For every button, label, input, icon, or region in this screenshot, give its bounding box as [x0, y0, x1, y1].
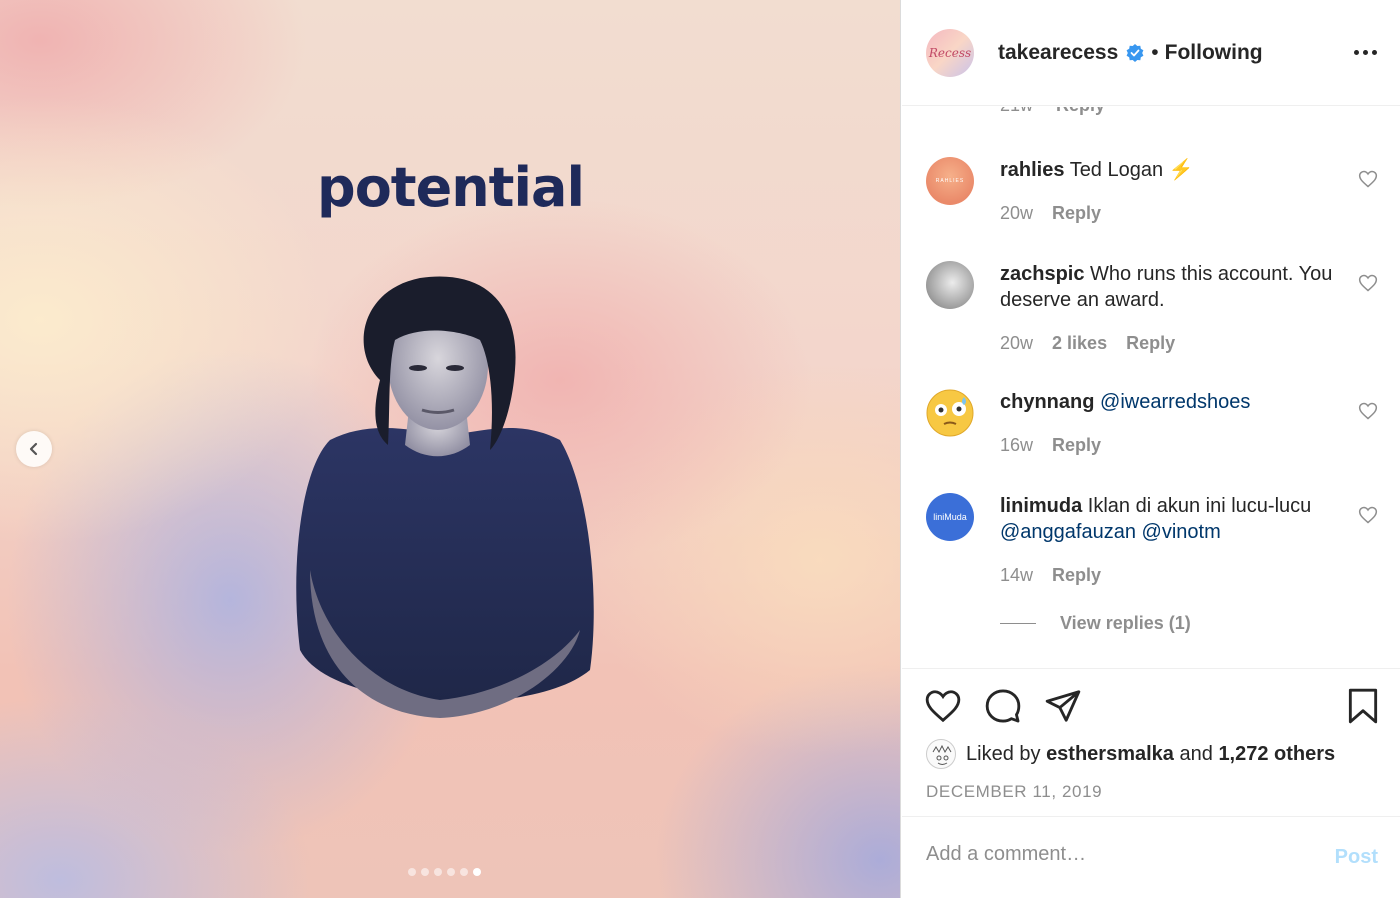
emoji-face-avatar-icon [926, 389, 974, 437]
liker-username-link[interactable]: esthersmalka [1046, 743, 1174, 766]
author-avatar[interactable]: Recess [926, 28, 974, 77]
post-date[interactable]: DECEMBER 11, 2019 [926, 782, 1102, 802]
share-paper-plane-icon[interactable] [1044, 687, 1082, 725]
comment-meta: 16w Reply [1000, 435, 1101, 456]
more-dot-icon [1362, 49, 1368, 55]
comment-time: 16w [1000, 435, 1034, 455]
add-comment-input[interactable] [926, 843, 1306, 866]
more-dot-icon [1353, 49, 1359, 55]
view-replies-button[interactable]: View replies (1) [1000, 613, 1191, 634]
commenter-avatar[interactable] [926, 389, 974, 437]
commenter-avatar[interactable]: liniMuda [926, 493, 974, 541]
carousel-dot [421, 868, 429, 876]
reply-button[interactable]: Reply [1056, 107, 1105, 115]
carousel-previous-button[interactable] [16, 431, 52, 467]
commenter-avatar[interactable]: RAHLIES [926, 157, 974, 205]
author-avatar-logo-text: Recess [928, 45, 972, 60]
view-replies-label: View replies (1) [1060, 613, 1191, 633]
comment-text: linimuda Iklan di akun ini lucu-lucu @an… [1000, 493, 1340, 545]
mention-link[interactable]: @vinotm [1142, 521, 1221, 543]
comment-likes-count[interactable]: 2 likes [1052, 333, 1107, 354]
author-username-link[interactable]: takearecess [998, 41, 1118, 65]
reply-button[interactable]: Reply [1052, 203, 1101, 224]
commenter-username[interactable]: rahlies [1000, 159, 1064, 181]
carousel-indicator [408, 868, 481, 876]
likes-prefix: Liked by [966, 742, 1041, 765]
like-comment-heart-icon[interactable] [1358, 169, 1378, 189]
post-comment-button[interactable]: Post [1335, 846, 1378, 869]
mention-link[interactable]: @iwearredshoes [1100, 391, 1250, 413]
liker-avatar[interactable] [926, 739, 956, 769]
following-button[interactable]: Following [1165, 41, 1263, 65]
post-image: potential [0, 0, 901, 898]
likes-summary: Liked by esthersmalka and 1,272 others [926, 739, 1335, 769]
like-comment-heart-icon[interactable] [1358, 273, 1378, 293]
more-dot-icon [1371, 49, 1377, 55]
comments-list[interactable]: 21w Reply RAHLIES rahlies Ted Logan ⚡ 20… [902, 107, 1400, 668]
commenter-username[interactable]: zachspic [1000, 263, 1084, 285]
like-heart-icon[interactable] [924, 687, 962, 725]
carousel-dot [434, 868, 442, 876]
reply-button[interactable]: Reply [1052, 435, 1101, 456]
comment-meta: 20w Reply [1000, 203, 1101, 224]
likes-conjunction: and [1179, 742, 1213, 765]
save-bookmark-icon[interactable] [1344, 687, 1382, 725]
commenter-avatar[interactable] [926, 261, 974, 309]
comment-text: rahlies Ted Logan ⚡ [1000, 157, 1340, 183]
post-header: Recess takearecess • Following [902, 0, 1400, 106]
view-replies-divider [1000, 623, 1036, 624]
carousel-dot [447, 868, 455, 876]
comment-content: Iklan di akun ini lucu-lucu [1087, 495, 1312, 517]
comment-bubble-icon[interactable] [984, 687, 1022, 725]
header-separator: • [1151, 40, 1159, 64]
comment-text: chynnang @iwearredshoes [1000, 389, 1340, 415]
comment-time: 20w [1000, 333, 1034, 353]
carousel-dot-active [473, 868, 481, 876]
likes-others-link[interactable]: 1,272 others [1218, 743, 1335, 766]
commenter-username[interactable]: linimuda [1000, 495, 1082, 517]
chevron-left-icon [29, 442, 38, 456]
like-comment-heart-icon[interactable] [1358, 401, 1378, 421]
comment-time: 21w [1000, 107, 1033, 115]
comment-content: Ted Logan [1069, 159, 1164, 181]
post-headline: potential [317, 156, 585, 219]
verified-badge-icon [1126, 43, 1144, 62]
comment-meta: 14w Reply [1000, 565, 1101, 586]
mention-link[interactable]: @anggafauzan [1000, 521, 1136, 543]
post-side-panel: Recess takearecess • Following 21w Reply… [902, 0, 1400, 898]
doodle-avatar-icon [932, 744, 952, 765]
comment-text: zachspic Who runs this account. You dese… [1000, 261, 1340, 313]
post-actions-section: Liked by esthersmalka and 1,272 others D… [902, 668, 1400, 816]
carousel-dot [460, 868, 468, 876]
commenter-username[interactable]: chynnang [1000, 391, 1094, 413]
avatar-logo-text: RAHLIES [935, 178, 965, 184]
comment-time: 20w [1000, 203, 1034, 223]
add-comment-section: Post [902, 816, 1400, 898]
like-comment-heart-icon[interactable] [1358, 505, 1378, 525]
reply-button[interactable]: Reply [1052, 565, 1101, 586]
partial-comment-meta: 21w Reply [1000, 107, 1105, 116]
comment-meta: 20w 2 likes Reply [1000, 333, 1175, 354]
carousel-dot [408, 868, 416, 876]
lightning-emoji: ⚡ [1168, 159, 1194, 181]
avatar-logo-text: liniMuda [933, 512, 967, 522]
comment-time: 14w [1000, 565, 1034, 585]
portrait-illustration [296, 276, 594, 718]
reply-button[interactable]: Reply [1126, 333, 1175, 354]
more-options-button[interactable] [1352, 42, 1378, 62]
